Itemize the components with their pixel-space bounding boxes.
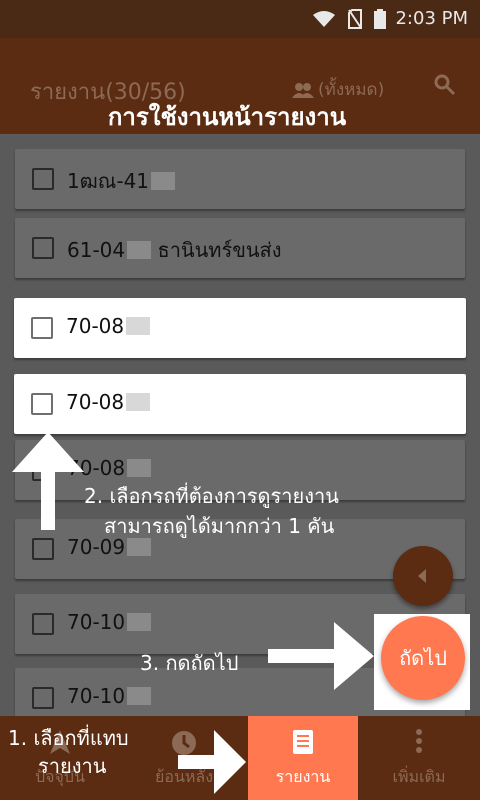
search-icon[interactable] xyxy=(434,74,456,96)
list-item[interactable]: 1ฒณ-41 xyxy=(15,149,465,209)
history-icon xyxy=(172,731,196,755)
list-item-label: 70-08 xyxy=(66,314,125,338)
nav-label: ย้อนหลัง xyxy=(154,767,214,786)
checkbox[interactable] xyxy=(32,168,54,190)
redacted-block xyxy=(127,687,152,705)
list-item-label: 70-10 xyxy=(67,684,126,708)
next-button[interactable]: ถัดไป xyxy=(381,616,465,700)
wifi-icon xyxy=(313,11,335,27)
checkbox[interactable] xyxy=(31,317,53,339)
redacted-block xyxy=(126,393,151,411)
list-item[interactable]: 70-08 xyxy=(14,298,466,358)
list-item-label: 1ฒณ-41 xyxy=(67,169,150,193)
step2-line1: 2. เลือกรถที่ต้องการดูรายงาน xyxy=(84,484,339,508)
list-item-label: 70-08 xyxy=(66,390,125,414)
tutorial-title: การใช้งานหน้ารายงาน xyxy=(107,103,347,131)
checkbox[interactable] xyxy=(32,459,54,481)
checkbox[interactable] xyxy=(32,687,54,709)
checkbox[interactable] xyxy=(32,538,54,560)
checkbox[interactable] xyxy=(32,613,54,635)
status-time: 2:03 PM xyxy=(395,8,468,29)
redacted-block xyxy=(151,172,176,190)
chevron-left-icon xyxy=(418,569,426,583)
list-item-label: 61-04 xyxy=(67,238,126,262)
redacted-block xyxy=(127,459,152,477)
redacted-block xyxy=(127,241,152,259)
step1-line2: รายงาน xyxy=(38,754,107,778)
list-item-label: 70-08 xyxy=(67,456,126,480)
nav-label: รายงาน xyxy=(275,767,331,786)
status-bar: 2:03 PM xyxy=(0,0,480,38)
list-item[interactable]: 61-04 ธานินทร์ขนส่ง xyxy=(15,218,465,278)
group-icon xyxy=(292,82,314,98)
redacted-block xyxy=(126,317,151,335)
checkbox[interactable] xyxy=(32,237,54,259)
no-sim-icon xyxy=(348,9,362,29)
step3-text: 3. กดถัดไป xyxy=(140,651,239,675)
nav-item-report[interactable]: รายงาน xyxy=(248,716,358,800)
nav-label: เพิ่มเติม xyxy=(392,767,446,786)
nav-item-more[interactable]: เพิ่มเติม xyxy=(358,716,480,800)
list-item-suffix: ธานินทร์ขนส่ง xyxy=(157,238,282,262)
checkbox[interactable] xyxy=(31,393,53,415)
step2-line2: สามารถดูได้มากกว่า 1 คัน xyxy=(104,514,335,538)
report-icon xyxy=(293,730,313,754)
more-vert-icon xyxy=(416,729,422,753)
list-item[interactable]: 70-08 xyxy=(14,374,466,434)
back-fab[interactable] xyxy=(393,546,453,606)
battery-icon xyxy=(374,9,386,29)
nav-item-history[interactable]: ย้อนหลัง xyxy=(120,716,248,800)
list-item-label: 70-10 xyxy=(67,610,126,634)
redacted-block xyxy=(127,613,152,631)
